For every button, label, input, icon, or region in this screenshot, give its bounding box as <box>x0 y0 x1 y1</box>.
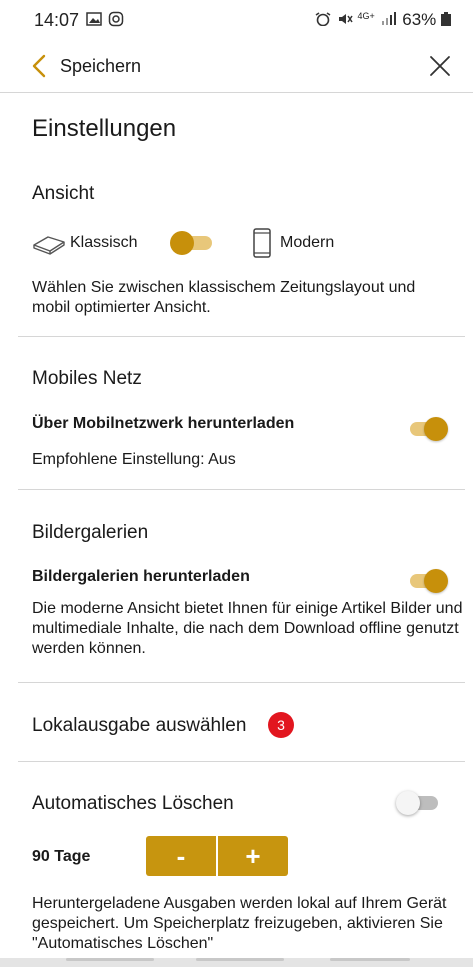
notification-badge: 3 <box>268 712 294 738</box>
view-option-classic[interactable]: Klassisch <box>70 234 138 252</box>
status-time: 14:07 <box>34 10 80 30</box>
smartphone-icon <box>253 228 271 258</box>
battery-percent: 63% <box>402 10 437 29</box>
toggle-knob <box>424 569 448 593</box>
gallery-download-toggle[interactable] <box>404 569 448 593</box>
status-bar: 14:07 4G+ 63% <box>0 0 473 40</box>
signal-icon <box>381 12 396 25</box>
mute-icon <box>338 14 353 24</box>
local-edition-link[interactable]: Lokalausgabe auswählen <box>32 715 246 737</box>
gallery-download-label: Bildergalerien herunterladen <box>32 568 250 585</box>
days-label: 90 Tage <box>32 848 91 865</box>
divider <box>18 336 465 337</box>
section-title-auto-delete: Automatisches Löschen <box>32 793 234 814</box>
page-title: Einstellungen <box>32 115 177 142</box>
alarm-icon <box>315 12 331 26</box>
increase-button[interactable]: + <box>218 836 288 876</box>
section-title-bildergalerien: Bildergalerien <box>32 522 149 543</box>
divider <box>18 761 465 762</box>
back-chevron-icon[interactable] <box>28 52 54 80</box>
toggle-knob <box>424 417 448 441</box>
divider <box>18 682 465 683</box>
auto-delete-description: Heruntergeladene Ausgaben werden lokal a… <box>32 895 447 952</box>
mobile-recommendation: Empfohlene Einstellung: Aus <box>32 451 236 468</box>
top-bar: Speichern <box>0 40 473 93</box>
newspaper-icon <box>33 236 65 255</box>
view-toggle[interactable] <box>170 231 214 255</box>
ansicht-description: Wählen Sie zwischen klassischem Zeitungs… <box>32 279 416 316</box>
toggle-knob <box>170 231 194 255</box>
gallery-notification-icon <box>86 12 102 26</box>
days-stepper: - + <box>146 836 288 876</box>
save-back-button[interactable]: Speichern <box>60 56 141 77</box>
nav-recents-button[interactable] <box>66 958 154 961</box>
toggle-knob <box>396 791 420 815</box>
battery-icon <box>441 12 451 26</box>
divider <box>18 489 465 490</box>
section-title-mobiles-netz: Mobiles Netz <box>32 368 142 389</box>
close-icon[interactable] <box>426 52 454 80</box>
auto-delete-toggle[interactable] <box>396 791 440 815</box>
system-navigation-bar <box>0 958 473 967</box>
network-type: 4G+ <box>357 11 375 21</box>
section-title-ansicht: Ansicht <box>32 183 95 204</box>
status-right-cluster: 4G+ 63% <box>314 10 451 30</box>
instagram-notification-icon <box>108 11 124 27</box>
nav-home-button[interactable] <box>196 958 284 961</box>
mobile-download-label: Über Mobilnetzwerk herunterladen <box>32 415 295 432</box>
decrease-button[interactable]: - <box>146 836 216 876</box>
view-option-modern[interactable]: Modern <box>280 234 334 252</box>
gallery-description: Die moderne Ansicht bietet Ihnen für ein… <box>32 600 463 657</box>
nav-back-button[interactable] <box>330 958 410 961</box>
mobile-download-toggle[interactable] <box>404 417 448 441</box>
